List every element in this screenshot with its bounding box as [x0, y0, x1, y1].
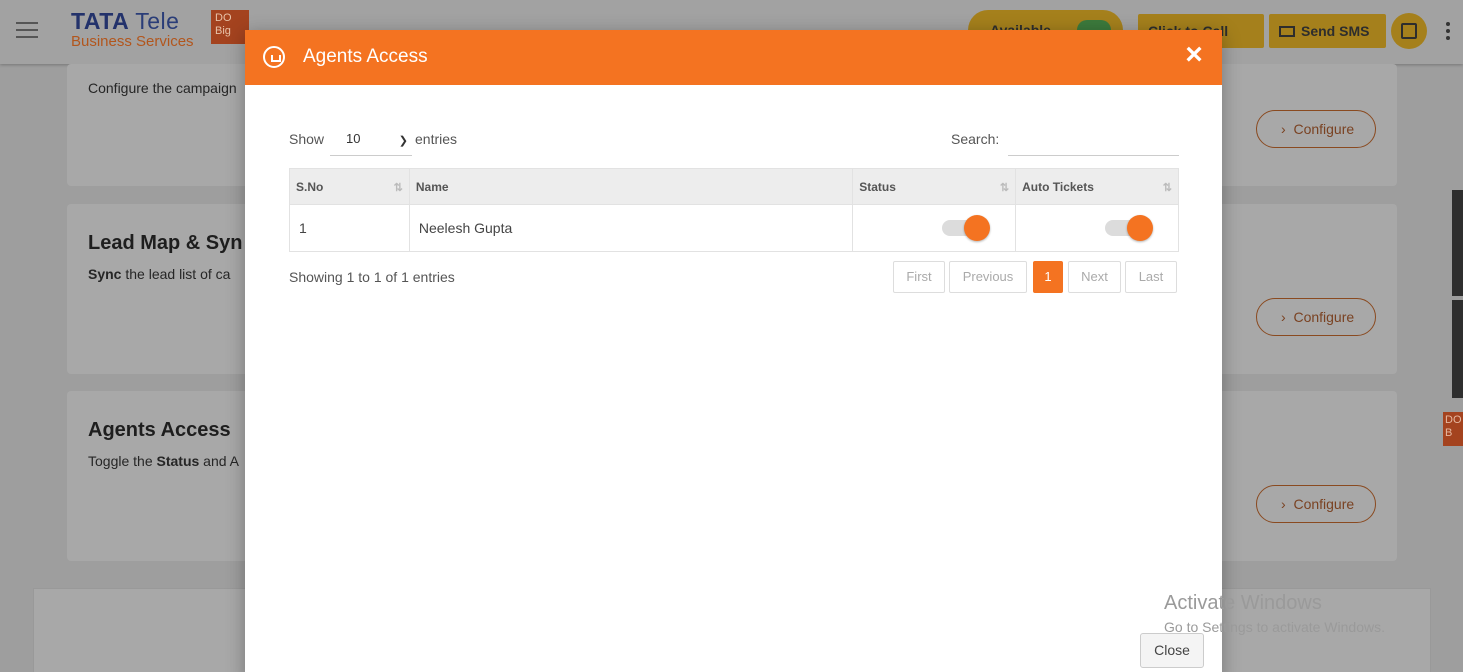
- previous-page-button[interactable]: Previous: [949, 261, 1027, 293]
- column-header-name[interactable]: Name: [408, 168, 854, 205]
- sort-icon: ⇅: [999, 182, 1009, 194]
- card-description: Sync the lead list of ca: [88, 266, 231, 282]
- sort-icon: ⇅: [393, 182, 403, 194]
- sort-icon: ⇅: [1162, 182, 1172, 194]
- search-label: Search:: [951, 131, 1000, 147]
- notes-icon: [1401, 23, 1417, 39]
- agents-access-modal: Agents Access × Show 10 ❯ entries Search…: [245, 30, 1222, 672]
- column-header-sno[interactable]: S.No ⇅: [289, 168, 410, 205]
- card-title: Lead Map & Syn: [88, 232, 243, 254]
- column-header-auto-tickets[interactable]: Auto Tickets ⇅: [1015, 168, 1179, 205]
- status-toggle[interactable]: [942, 215, 991, 241]
- configure-button[interactable]: › Configure: [1256, 110, 1376, 148]
- card-description: Toggle the Status and A: [88, 453, 239, 469]
- activate-windows-watermark: Activate Windows Go to Settings to activ…: [1164, 592, 1385, 635]
- configure-button[interactable]: › Configure: [1256, 298, 1376, 336]
- brand-logo: TATA Tele Business Services DO Big: [71, 8, 249, 50]
- cell-auto-tickets: [1015, 204, 1179, 252]
- cell-name: Neelesh Gupta: [408, 204, 854, 252]
- configure-button[interactable]: › Configure: [1256, 485, 1376, 523]
- search-input[interactable]: [1008, 126, 1179, 156]
- side-badge[interactable]: DO B: [1443, 412, 1463, 446]
- table-controls: Show 10 ❯ entries Search:: [289, 126, 1179, 158]
- card-description: Configure the campaign: [88, 80, 237, 96]
- column-header-status[interactable]: Status ⇅: [852, 168, 1017, 205]
- last-page-button[interactable]: Last: [1125, 261, 1177, 293]
- cell-sno: 1: [289, 204, 410, 252]
- showing-info: Showing 1 to 1 of 1 entries: [289, 269, 455, 285]
- modal-title: Agents Access: [303, 46, 428, 67]
- card-title: Agents Access: [88, 419, 231, 441]
- cell-status: [852, 204, 1017, 252]
- close-icon[interactable]: ×: [1180, 40, 1208, 70]
- show-label: Show: [289, 131, 325, 147]
- next-page-button[interactable]: Next: [1068, 261, 1121, 293]
- menu-icon[interactable]: [16, 22, 38, 38]
- close-button[interactable]: Close: [1140, 633, 1204, 668]
- brand-badge: DO Big: [211, 10, 249, 44]
- table-row: 1 Neelesh Gupta: [289, 204, 1179, 252]
- page-1-button[interactable]: 1: [1033, 261, 1063, 293]
- headset-icon: [263, 46, 285, 68]
- envelope-icon: [1279, 26, 1295, 37]
- entries-select[interactable]: 10 ❯: [330, 126, 412, 156]
- side-tab[interactable]: [1452, 190, 1463, 296]
- agents-table: S.No ⇅ Name Status ⇅ Auto Tickets ⇅ 1 Neele…: [289, 168, 1179, 252]
- notes-button[interactable]: [1391, 13, 1427, 49]
- more-options-icon[interactable]: [1446, 22, 1450, 43]
- modal-header: Agents Access ×: [245, 30, 1222, 85]
- auto-tickets-toggle[interactable]: [1105, 215, 1153, 241]
- first-page-button[interactable]: First: [893, 261, 945, 293]
- entries-label: entries: [415, 131, 458, 147]
- send-sms-button[interactable]: Send SMS: [1269, 14, 1386, 48]
- side-tab[interactable]: [1452, 300, 1463, 398]
- chevron-down-icon: ❯: [398, 135, 408, 147]
